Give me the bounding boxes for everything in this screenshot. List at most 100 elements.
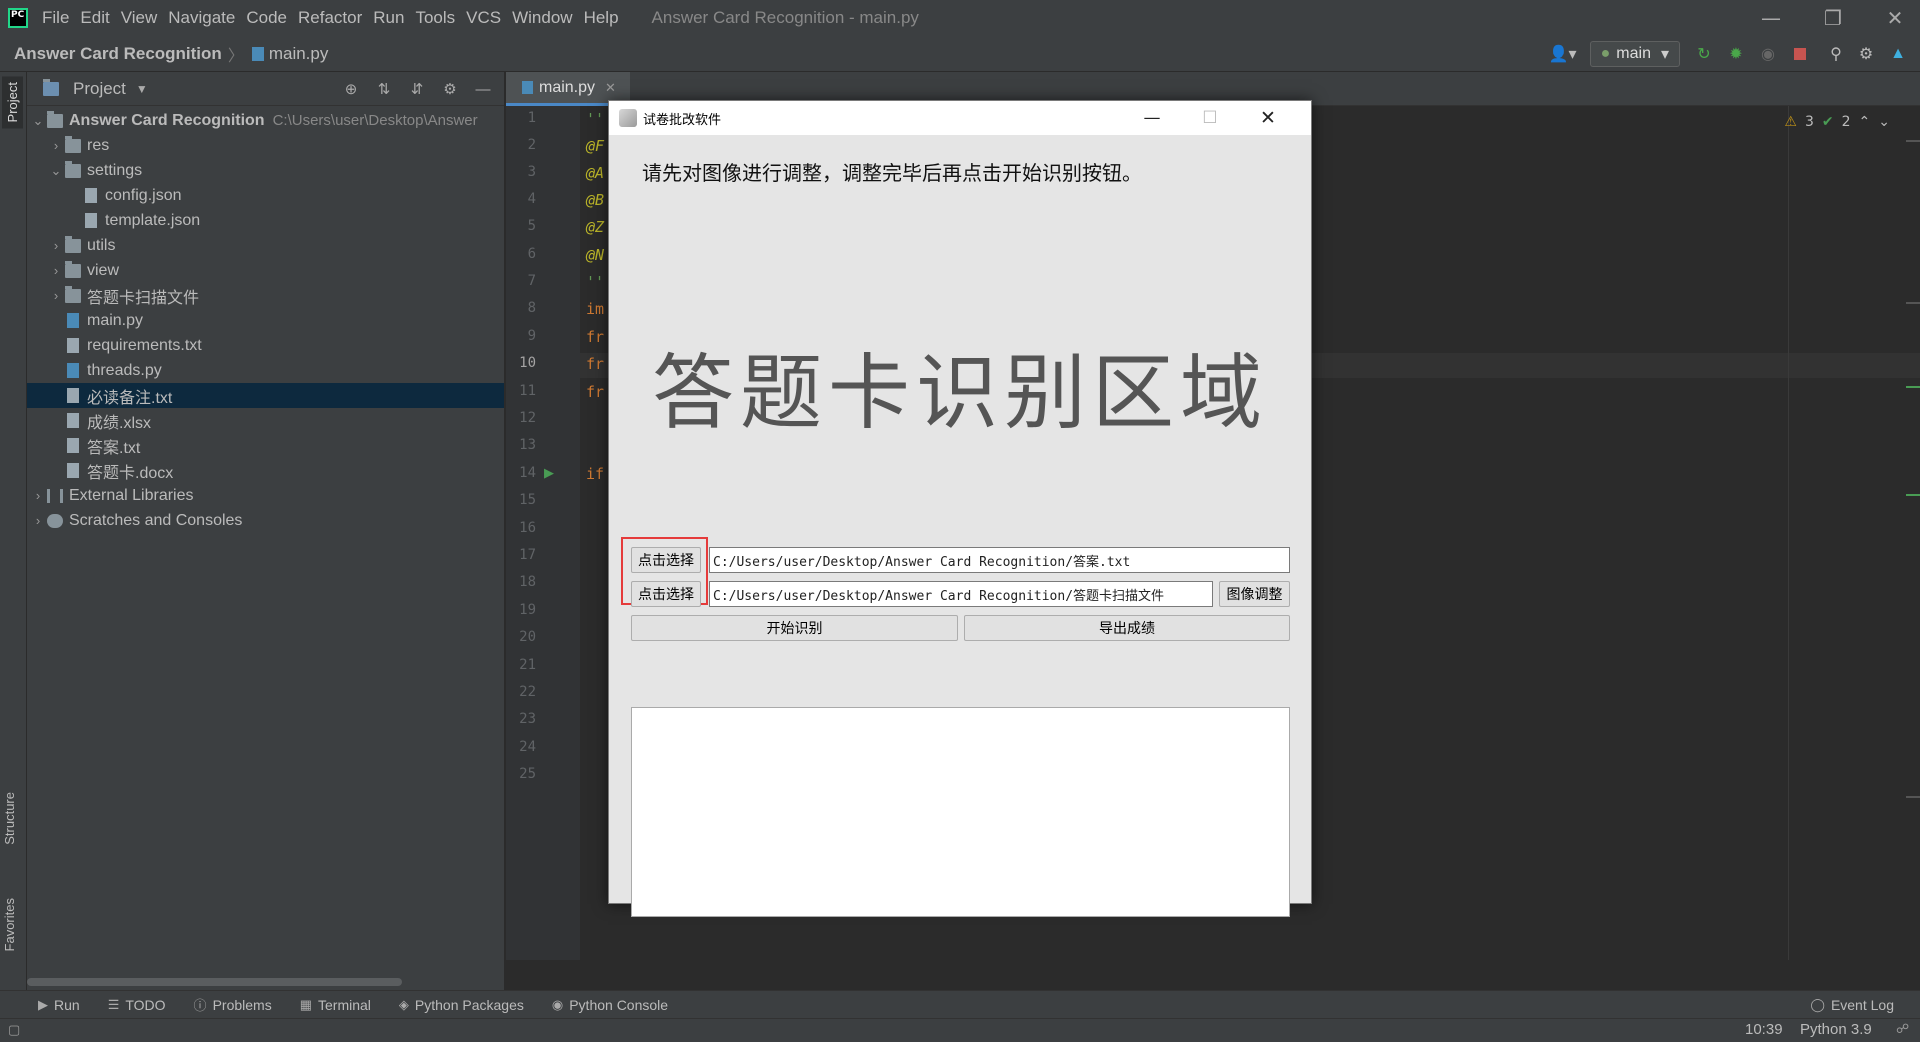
favorites-tool-tab[interactable]: Favorites [2,898,17,951]
tree-item-threads-py[interactable]: threads.py [27,358,504,383]
chevron-right-icon[interactable]: › [47,238,65,253]
tree-item-label: 答题卡.docx [87,464,174,482]
coverage-icon[interactable]: ◉ [1758,44,1778,64]
maximize-icon[interactable]: ☐ [1181,101,1239,135]
tab-run[interactable]: ▶ Run [38,997,80,1013]
tab-problems[interactable]: ⓘ Problems [194,995,272,1014]
menu-edit[interactable]: Edit [80,8,109,28]
tree-item-main-py[interactable]: main.py [27,308,504,333]
hide-icon[interactable]: — [472,78,494,100]
tree-item-requirements[interactable]: requirements.txt [27,333,504,358]
image-adjust-button[interactable]: 图像调整 [1219,581,1290,607]
menu-help[interactable]: Help [584,8,619,28]
tab-label: main.py [539,78,596,96]
tree-item-answers-txt[interactable]: 答案.txt [27,433,504,458]
menu-code[interactable]: Code [246,8,287,28]
tab-todo[interactable]: ☰ TODO [108,997,166,1013]
structure-tool-tab[interactable]: Structure [2,792,17,845]
toggle-panels-icon[interactable]: ▢ [8,1022,20,1038]
minimize-icon[interactable]: — [1123,101,1181,135]
event-log-button[interactable]: ◯ Event Log [1810,997,1894,1013]
line-number: 7 [527,273,536,289]
result-log-area[interactable] [631,707,1290,917]
menu-refactor[interactable]: Refactor [298,8,362,28]
select-answer-button[interactable]: 点击选择 [631,547,701,573]
chevron-right-icon[interactable]: › [47,288,65,303]
minimize-icon[interactable]: — [1740,0,1802,36]
tree-item-external-libraries[interactable]: › External Libraries [27,483,504,508]
rerun-icon[interactable]: ↻ [1694,44,1714,64]
tab-python-console[interactable]: ◉ Python Console [552,997,668,1013]
user-icon[interactable]: 👤▾ [1548,44,1578,64]
close-icon[interactable]: ✕ [1239,101,1297,135]
lock-icon[interactable]: ☍ [1896,1021,1909,1037]
gear-icon[interactable]: ⚙ [1856,44,1876,64]
menu-run[interactable]: Run [373,8,404,28]
python-console-icon: ◉ [551,996,564,1012]
tab-python-packages[interactable]: ◈ Python Packages [399,997,524,1013]
cursor-position[interactable]: 10:39 [1745,1021,1783,1038]
tree-item-answer-card-docx[interactable]: 答题卡.docx [27,458,504,483]
breadcrumb-project[interactable]: Answer Card Recognition [14,44,222,64]
close-tab-icon[interactable]: ✕ [605,80,616,96]
select-scan-button[interactable]: 点击选择 [631,581,701,607]
menu-view[interactable]: View [121,8,158,28]
menu-navigate[interactable]: Navigate [168,8,235,28]
scan-path-field[interactable]: C:/Users/user/Desktop/Answer Card Recogn… [709,581,1213,607]
project-tool-tab[interactable]: Project [2,76,23,129]
chevron-down-icon[interactable]: ⌄ [29,113,47,129]
run-gutter-icon[interactable]: ▶ [544,466,554,481]
tree-item-utils[interactable]: › utils [27,233,504,258]
horizontal-scrollbar[interactable] [27,978,402,986]
inspection-widget[interactable]: ⚠ 3 ✔ 2 ⌃ ⌄ [1784,114,1890,130]
line-number: 5 [527,218,536,234]
restore-icon[interactable]: ❐ [1802,0,1864,36]
project-panel-title[interactable]: Project [73,79,126,99]
dialog-titlebar[interactable]: 试卷批改软件 — ☐ ✕ [609,101,1311,135]
menu-tools[interactable]: Tools [415,8,455,28]
tab-terminal[interactable]: ▦ Terminal [300,997,371,1013]
tree-item-template-json[interactable]: template.json [27,208,504,233]
tree-root[interactable]: ⌄ Answer Card Recognition C:\Users\user\… [27,108,504,133]
navigation-bar: Answer Card Recognition 〉 main.py 👤▾ ● m… [0,36,1920,72]
chevron-down-icon[interactable]: ⌄ [1878,114,1890,130]
locate-icon[interactable]: ⊕ [340,78,362,100]
expand-all-icon[interactable]: ⇅ [373,78,395,100]
tree-item-view[interactable]: › view [27,258,504,283]
python-interpreter[interactable]: Python 3.9 [1800,1021,1872,1038]
tree-item-scan-folder[interactable]: › 答题卡扫描文件 [27,283,504,308]
code-line: @A [586,164,605,182]
tree-item-res[interactable]: › res [27,133,504,158]
debug-icon[interactable]: ✹ [1726,44,1746,64]
start-recognition-button[interactable]: 开始识别 [631,615,958,641]
export-scores-button[interactable]: 导出成绩 [964,615,1290,641]
gear-icon[interactable]: ⚙ [439,78,461,100]
chevron-up-icon[interactable]: ⌃ [1859,114,1871,130]
menu-file[interactable]: File [42,8,69,28]
tree-item-settings[interactable]: ⌄ settings [27,158,504,183]
menu-window[interactable]: Window [512,8,572,28]
run-config-selector[interactable]: ● main ▾ [1589,41,1680,67]
chevron-right-icon[interactable]: › [47,263,65,278]
chevron-right-icon[interactable]: › [29,513,47,528]
tree-root-path: C:\Users\user\Desktop\Answer [272,112,478,129]
chevron-right-icon[interactable]: › [47,138,65,153]
jetbrains-toolbox-icon[interactable]: ▲ [1888,44,1908,64]
tree-item-readme-txt[interactable]: 必读备注.txt [27,383,504,408]
close-icon[interactable]: ✕ [1864,0,1920,36]
python-file-icon [251,46,264,61]
chevron-right-icon[interactable]: › [29,488,47,503]
chevron-down-icon[interactable]: ▼ [136,82,148,96]
search-icon[interactable]: ⚲ [1828,44,1844,64]
tree-item-scores-xlsx[interactable]: 成绩.xlsx [27,408,504,433]
stop-icon[interactable] [1790,44,1810,64]
tree-item-config-json[interactable]: config.json [27,183,504,208]
menu-vcs[interactable]: VCS [466,8,501,28]
collapse-all-icon[interactable]: ⇵ [406,78,428,100]
chevron-down-icon[interactable]: ⌄ [47,163,65,179]
breadcrumb-file[interactable]: main.py [269,44,329,64]
answer-path-field[interactable]: C:/Users/user/Desktop/Answer Card Recogn… [709,547,1290,573]
warning-icon: ⚠ [1784,114,1797,130]
menubar: File Edit View Navigate Code Refactor Ru… [0,0,1920,36]
tree-item-scratches[interactable]: › Scratches and Consoles [27,508,504,533]
